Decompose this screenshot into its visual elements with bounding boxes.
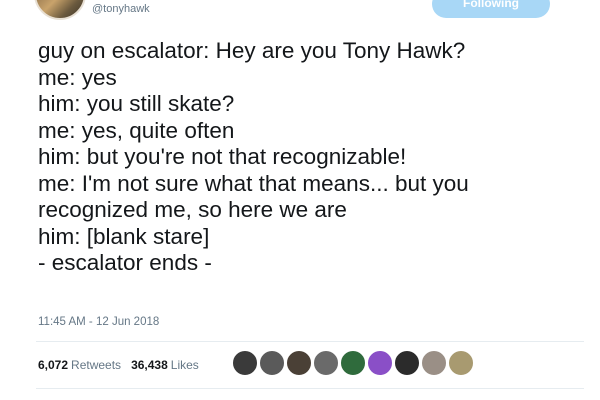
user-avatar-icon[interactable] — [259, 350, 285, 376]
following-button-label: Following — [463, 0, 519, 10]
likes-count: 36,438 — [131, 358, 168, 372]
likes-label: Likes — [170, 358, 199, 372]
divider — [36, 388, 584, 389]
user-avatar-icon[interactable] — [340, 350, 366, 376]
retweets-count: 6,072 — [38, 358, 69, 372]
user-avatar-icon[interactable] — [232, 350, 258, 376]
tweet-line: him: but you're not that recognizable! — [38, 144, 407, 169]
user-avatar-icon[interactable] — [313, 350, 339, 376]
tweet-text: guy on escalator: Hey are you Tony Hawk?… — [38, 38, 586, 277]
tweet-line: me: I'm not sure what that means... but … — [38, 170, 469, 196]
liker-avatars — [232, 350, 474, 376]
user-avatar-icon[interactable] — [286, 350, 312, 376]
tweet-line: guy on escalator: Hey are you Tony Hawk? — [38, 38, 466, 63]
tweet-line: me: yes, quite often — [38, 117, 235, 143]
retweets-stat[interactable]: 6,072 Retweets — [38, 358, 121, 372]
engagement-stats: 6,072 Retweets 36,438 Likes — [38, 358, 199, 372]
author-handle[interactable]: @tonyhawk — [92, 3, 150, 15]
tweet-line: him: you still skate? — [38, 91, 235, 116]
author-avatar[interactable] — [34, 0, 86, 20]
tweet-timestamp[interactable]: 11:45 AM - 12 Jun 2018 — [38, 316, 159, 328]
user-avatar-icon[interactable] — [421, 350, 447, 376]
user-avatar-icon[interactable] — [367, 350, 393, 376]
tweet-line: him: [blank stare] — [38, 223, 210, 249]
likes-stat[interactable]: 36,438 Likes — [131, 358, 199, 372]
tweet-line: me: yes — [38, 64, 117, 90]
user-avatar-icon[interactable] — [394, 350, 420, 376]
user-avatar-icon[interactable] — [448, 350, 474, 376]
tweet-line: recognized me, so here we are — [38, 197, 347, 222]
divider — [36, 341, 584, 342]
retweets-label: Retweets — [71, 358, 122, 372]
following-button[interactable]: Following — [432, 0, 550, 18]
tweet-line: - escalator ends - — [38, 250, 212, 275]
